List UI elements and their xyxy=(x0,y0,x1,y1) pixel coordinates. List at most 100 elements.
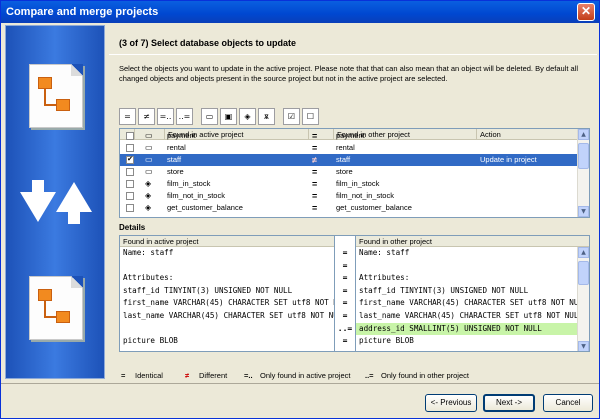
swap-arrows-icon xyxy=(20,180,92,224)
next-button[interactable]: Next -> xyxy=(483,394,535,412)
details-line: first_name VARCHAR(45) CHARACTER SET utf… xyxy=(359,298,588,308)
object-checkbox[interactable]: ✔ xyxy=(126,156,134,164)
object-checkbox[interactable] xyxy=(126,192,134,200)
only-other-filter-button[interactable]: ..= xyxy=(176,108,193,125)
compare-status-icon: = xyxy=(312,179,318,189)
scroll-down-button[interactable]: ▼ xyxy=(578,206,589,217)
details-line: staff_id TINYINT(3) UNSIGNED NOT NULL xyxy=(359,285,529,295)
object-checkbox[interactable] xyxy=(126,132,134,140)
legend: = Identical ≠ Different =.. Only found i… xyxy=(119,370,589,382)
details-other-header: Found in other project xyxy=(356,236,589,247)
trigger-filter-button[interactable]: ѫ xyxy=(258,108,275,125)
table-filter-button[interactable]: ▭ xyxy=(201,108,218,125)
diff-marker-icon: = xyxy=(342,285,348,295)
object-type-icon: ▭ xyxy=(145,167,153,176)
compare-status-icon: ≠ xyxy=(312,155,317,165)
only-active-filter-button[interactable]: =.. xyxy=(157,108,174,125)
details-line: picture BLOB xyxy=(123,336,178,346)
object-list-scrollbar[interactable]: ▲ ▼ xyxy=(577,129,589,217)
scroll-up-button[interactable]: ▲ xyxy=(578,129,589,140)
diff-marker-icon: = xyxy=(342,298,348,308)
diff-marker-icon: = xyxy=(342,310,348,320)
object-type-icon: ◈ xyxy=(145,179,152,188)
diff-marker-icon: = xyxy=(342,248,348,257)
details-scrollbar[interactable]: ▲ ▼ xyxy=(577,247,589,351)
heading-divider xyxy=(109,54,597,55)
object-row[interactable]: ▭ rental = rental xyxy=(120,142,579,154)
only-other-legend-icon: ..= xyxy=(365,371,374,380)
object-checkbox[interactable] xyxy=(126,204,134,212)
other-object-name: rental xyxy=(336,143,355,152)
compare-merge-dialog: Compare and merge projects ✕ (3 of 7) Se… xyxy=(0,0,600,419)
step-heading: (3 of 7) Select database objects to upda… xyxy=(119,38,297,48)
different-filter-button[interactable]: ≠ xyxy=(138,108,155,125)
object-type-icon: ◈ xyxy=(145,191,152,200)
details-line: staff_id TINYINT(3) UNSIGNED NOT NULL xyxy=(123,285,293,295)
details-scroll-down[interactable]: ▼ xyxy=(578,341,589,351)
object-checkbox[interactable] xyxy=(126,144,134,152)
active-object-name: rental xyxy=(167,143,186,152)
details-active-panel: Found in active project Name: staff Attri… xyxy=(119,235,335,352)
details-line xyxy=(120,323,334,336)
object-row[interactable]: ◈ get_customer_balance = get_customer_balan… xyxy=(120,202,579,214)
details-line: last_name VARCHAR(45) CHARACTER SET utf8… xyxy=(123,310,335,320)
close-button[interactable]: ✕ xyxy=(577,3,595,21)
object-checkbox[interactable] xyxy=(126,168,134,176)
object-action: Update in project xyxy=(480,155,537,164)
details-line: last_name VARCHAR(45) CHARACTER SET utf8… xyxy=(359,310,584,320)
object-row[interactable]: ✔ ▭ staff ≠ staff Update in project xyxy=(120,154,579,166)
details-line: address_id SMALLINT(5) UNSIGNED NOT NULL xyxy=(356,322,589,336)
object-type-icon: ▭ xyxy=(145,155,153,164)
active-object-name: film_not_in_stock xyxy=(167,191,225,200)
only-active-legend-icon: =.. xyxy=(244,371,253,380)
details-line: first_name VARCHAR(45) CHARACTER SET utf… xyxy=(123,298,335,308)
other-object-name: store xyxy=(336,167,353,176)
identical-filter-button[interactable]: = xyxy=(119,108,136,125)
object-checkbox[interactable] xyxy=(126,180,134,188)
legend-only-other: Only found in other project xyxy=(381,371,469,380)
details-line xyxy=(356,260,589,273)
object-list: Found in active project Found in other p… xyxy=(119,128,590,218)
details-scroll-up[interactable]: ▲ xyxy=(578,247,589,258)
details-scroll-thumb[interactable] xyxy=(578,261,589,285)
object-row[interactable]: ◈ film_in_stock = film_in_stock xyxy=(120,178,579,190)
source-document-icon xyxy=(29,276,83,340)
details-line: Attributes: xyxy=(359,273,410,283)
details-label: Details xyxy=(119,223,146,232)
view-filter-button[interactable]: ▣ xyxy=(220,108,237,125)
details-line xyxy=(120,260,334,273)
object-row[interactable]: ▭ store = store xyxy=(120,166,579,178)
scroll-thumb[interactable] xyxy=(578,143,589,169)
other-object-name: get_customer_balance xyxy=(336,203,412,212)
procedure-filter-button[interactable]: ◈ xyxy=(239,108,256,125)
legend-identical: Identical xyxy=(135,371,163,380)
active-object-name: payment xyxy=(167,131,196,140)
uncheck-all-filter-button[interactable]: ☐ xyxy=(302,108,319,125)
details-other-panel: Found in other project Name: staff Attrib… xyxy=(355,235,590,352)
details-line: picture BLOB xyxy=(359,336,414,346)
check-all-filter-button[interactable]: ☑ xyxy=(283,108,300,125)
compare-status-icon: = xyxy=(312,167,318,177)
wizard-content: (3 of 7) Select database objects to upda… xyxy=(109,25,597,382)
active-object-name: film_in_stock xyxy=(167,179,211,188)
dialog-button-bar: <- Previous Next -> Cancel xyxy=(1,383,599,419)
object-type-icon: ▭ xyxy=(145,143,153,152)
previous-button[interactable]: <- Previous xyxy=(425,394,477,412)
other-object-name: film_not_in_stock xyxy=(336,191,394,200)
object-row[interactable]: ▭ payment = payment xyxy=(120,130,579,142)
other-object-name: film_in_stock xyxy=(336,179,380,188)
filter-toolbar: = ≠ =.. ..= ▭ ▣ ◈ ѫ ☑ ☐ xyxy=(119,108,319,126)
window-title: Compare and merge projects xyxy=(6,6,159,18)
identical-legend-icon: = xyxy=(121,371,126,380)
compare-status-icon: = xyxy=(312,131,318,141)
other-object-name: staff xyxy=(336,155,351,164)
compare-status-icon: = xyxy=(312,143,318,153)
active-object-name: get_customer_balance xyxy=(167,203,243,212)
other-object-name: payment xyxy=(336,131,365,140)
object-row[interactable]: ◈ film_not_in_stock = film_not_in_stock xyxy=(120,190,579,202)
cancel-button[interactable]: Cancel xyxy=(543,394,593,412)
title-bar: Compare and merge projects ✕ xyxy=(1,1,599,23)
step-description: Select the objects you want to update in… xyxy=(119,64,579,83)
diff-marker-icon: = xyxy=(342,260,348,270)
object-type-icon: ▭ xyxy=(145,131,153,140)
